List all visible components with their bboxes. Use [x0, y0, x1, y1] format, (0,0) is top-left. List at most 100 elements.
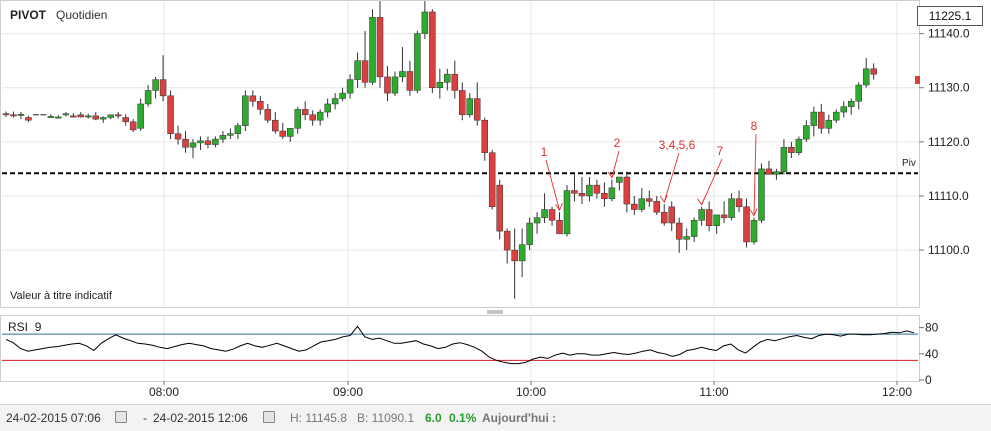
candle-body-down: [668, 206, 675, 224]
candle-body-up: [227, 133, 234, 136]
candle-body-up: [758, 168, 765, 221]
start-datetime: 24-02-2015 07:06: [6, 411, 101, 425]
candle-body-down: [264, 109, 272, 121]
candle-body-down: [249, 95, 257, 102]
rsi-label: RSI 9: [8, 320, 41, 334]
candle-body-down: [204, 140, 212, 145]
candle-body-up: [773, 171, 780, 175]
candle-body-down: [451, 73, 459, 91]
candle: [758, 163, 765, 224]
chart-canvas: 11100.0 11110.0 11120.0 11130.0 11140.0 0 40 8…: [0, 0, 970, 399]
rsi-tick-label: 40: [925, 347, 939, 361]
candle-body-down: [646, 198, 653, 202]
candle-body-up: [541, 209, 548, 218]
candle-body-down: [129, 121, 137, 131]
candle: [563, 185, 571, 237]
candle-body-up: [638, 198, 646, 210]
change-percent: 0.1%: [449, 411, 477, 425]
range-dash: -: [143, 411, 147, 425]
candle-body-up: [17, 113, 25, 116]
end-calendar-icon[interactable]: [263, 411, 275, 426]
annotation-label: 2: [614, 136, 621, 150]
candle-body-up: [137, 103, 144, 129]
candle-body-up: [399, 71, 406, 78]
candle-body-down: [511, 249, 518, 262]
end-datetime: 24-02-2015 12:06: [153, 411, 248, 425]
candle-body-up: [354, 60, 361, 80]
candle: [429, 9, 436, 94]
candle-body-up: [234, 125, 242, 134]
candle-body-down: [406, 71, 414, 91]
annotation-label: 3,4,5,6: [659, 138, 696, 152]
annotation-label: 8: [751, 119, 758, 133]
start-calendar-icon[interactable]: [115, 411, 127, 426]
rsi-tick-label: 0: [925, 373, 932, 387]
candle-body-down: [77, 114, 85, 118]
time-tick-label: 08:00: [149, 385, 179, 399]
candle-body-up: [242, 95, 249, 126]
candle-body-down: [279, 130, 287, 137]
candle-body-down: [503, 230, 511, 251]
candle-body-up: [728, 198, 735, 218]
candle-body-up: [713, 214, 720, 226]
candle: [488, 149, 496, 210]
price-tick-label: 11110.0: [928, 189, 969, 203]
candle-body-down: [473, 98, 481, 121]
candle-body-up: [286, 128, 294, 137]
candle: [750, 217, 758, 245]
session-low: B: 11090.1: [357, 411, 415, 425]
candle-body-down: [25, 117, 32, 121]
candle-body-down: [496, 184, 503, 232]
candle-body-down: [593, 184, 601, 194]
candle-body-up: [563, 190, 571, 235]
candle-body-down: [10, 114, 17, 117]
candle-body-up: [189, 142, 197, 148]
status-bar: 24-02-2015 07:06 - 24-02-2015 12:06 H: 1…: [0, 404, 991, 431]
candle-body-down: [653, 201, 661, 213]
annotation-label: 1: [541, 145, 548, 159]
candle-body-down: [376, 17, 384, 78]
candle-body-down: [601, 193, 608, 199]
candle-body-up: [533, 217, 541, 224]
symbol-name: PIVOT: [10, 8, 47, 22]
time-tick-label: 10:00: [516, 385, 546, 399]
candle-body-down: [705, 209, 713, 226]
change-value: 6.0: [425, 411, 442, 425]
candle-body-down: [623, 176, 631, 205]
candle-body-down: [384, 76, 391, 94]
candle-body-up: [608, 187, 616, 199]
candle-body-up: [466, 98, 474, 116]
indicative-value-note: Valeur à titre indicatif: [10, 290, 112, 302]
candle-body-up: [616, 176, 623, 183]
candle-body-up: [833, 111, 840, 121]
candle-body-up: [414, 33, 421, 91]
candle-body-down: [870, 68, 877, 75]
candle-body-up: [526, 222, 533, 245]
candle-body-up: [294, 109, 301, 129]
today-label: Aujourd'hui :: [482, 411, 557, 425]
candle-body-up: [750, 220, 758, 243]
candle-body-down: [743, 206, 750, 243]
candle-body-down: [788, 147, 795, 153]
pivot-label: Piv: [902, 158, 916, 169]
candle: [242, 90, 249, 132]
candle-body-up: [855, 84, 862, 102]
candle: [496, 179, 503, 240]
candle-body-up: [698, 209, 705, 221]
last-price-marker: [915, 76, 920, 84]
candle-body-up: [346, 79, 354, 94]
candle-body-down: [488, 152, 496, 208]
candle-body-up: [99, 117, 107, 120]
candle-body-up: [331, 98, 339, 105]
price-tick-label: 11140.0: [928, 27, 970, 41]
timeframe-label[interactable]: Quotidien: [56, 8, 107, 22]
candle: [167, 90, 174, 140]
price-panel-splitter[interactable]: [487, 310, 503, 314]
candle-body-down: [257, 101, 264, 110]
candle-body-down: [675, 222, 683, 240]
candle-body-up: [324, 103, 331, 113]
candle-body-down: [114, 114, 122, 117]
price-tick-label: 11120.0: [928, 135, 970, 149]
candle-body-down: [272, 119, 279, 132]
candle-body-down: [765, 168, 773, 175]
